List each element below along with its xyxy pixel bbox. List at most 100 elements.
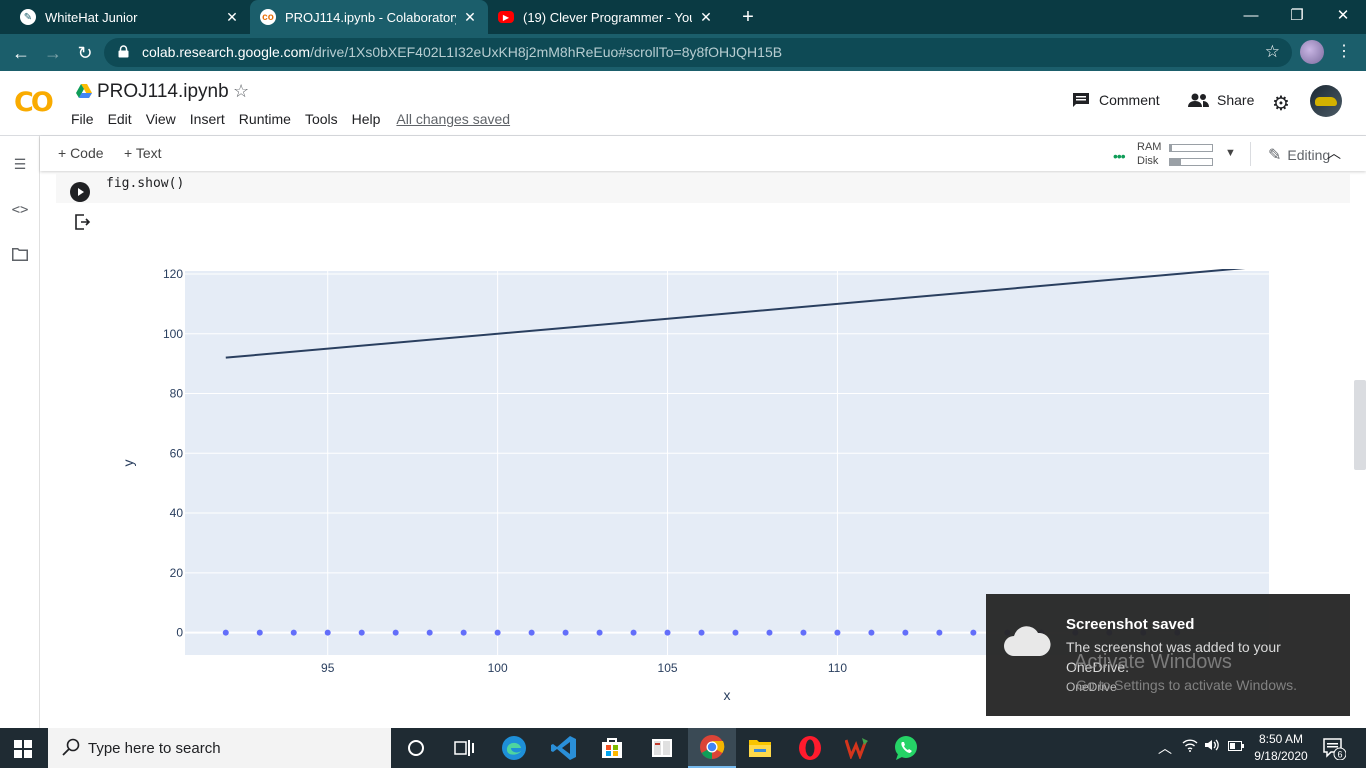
wps-writer-icon[interactable] xyxy=(834,728,882,768)
data-point[interactable] xyxy=(732,629,739,636)
taskbar-clock[interactable]: 8:50 AM 9/18/2020 xyxy=(1246,731,1316,765)
back-icon[interactable]: ← xyxy=(8,40,34,66)
menu-help[interactable]: Help xyxy=(352,111,381,127)
opera-icon[interactable] xyxy=(786,728,834,768)
data-point[interactable] xyxy=(256,629,263,636)
data-point[interactable] xyxy=(528,629,535,636)
activate-windows-watermark: Activate Windows xyxy=(1074,651,1232,673)
data-point[interactable] xyxy=(562,629,569,636)
clear-output-icon[interactable] xyxy=(73,213,91,231)
data-point[interactable] xyxy=(494,629,501,636)
forward-icon[interactable]: → xyxy=(40,40,66,66)
menu-runtime[interactable]: Runtime xyxy=(239,111,291,127)
clock-time: 8:50 AM xyxy=(1258,732,1304,746)
data-point[interactable] xyxy=(834,629,841,636)
table-of-contents-icon[interactable]: ☰ xyxy=(10,156,30,176)
star-icon[interactable]: ☆ xyxy=(233,81,249,102)
add-code-button[interactable]: + Code xyxy=(58,145,104,161)
data-point[interactable] xyxy=(596,629,603,636)
tab-colab[interactable]: co PROJ114.ipynb - Colaboratory ✕ xyxy=(250,0,488,34)
y-tick-label: 120 xyxy=(163,267,183,281)
reader-app-icon[interactable] xyxy=(638,728,686,768)
profile-avatar[interactable] xyxy=(1300,40,1324,64)
comment-button[interactable]: Comment xyxy=(1072,92,1160,108)
code-cell[interactable] xyxy=(56,173,1350,203)
ram-bar-fill xyxy=(1170,145,1172,151)
data-point[interactable] xyxy=(324,629,331,636)
y-tick-label: 60 xyxy=(170,446,184,460)
tab-whitehat[interactable]: ✎ WhiteHat Junior ✕ xyxy=(10,0,250,34)
wifi-icon[interactable] xyxy=(1182,738,1198,755)
menu-bar: File Edit View Insert Runtime Tools Help… xyxy=(71,111,524,127)
save-status-link[interactable]: All changes saved xyxy=(396,111,510,127)
google-drive-icon[interactable] xyxy=(76,84,92,98)
task-view-icon[interactable] xyxy=(440,728,488,768)
close-tab-icon[interactable]: ✕ xyxy=(698,9,714,26)
data-point[interactable] xyxy=(936,629,943,636)
battery-icon[interactable] xyxy=(1228,738,1244,754)
runtime-dropdown-icon[interactable]: ▼ xyxy=(1225,147,1236,159)
notification-count: 6 xyxy=(1337,750,1342,760)
windows-start-icon[interactable] xyxy=(14,740,32,758)
data-point[interactable] xyxy=(902,629,909,636)
url-field[interactable]: colab.research.google.com/drive/1Xs0bXEF… xyxy=(104,38,1292,67)
volume-icon[interactable] xyxy=(1204,738,1220,755)
ram-disk-indicator[interactable]: ••• RAM Disk ▼ xyxy=(1113,140,1243,168)
microsoft-store-icon[interactable] xyxy=(588,728,636,768)
data-point[interactable] xyxy=(664,629,671,636)
close-tab-icon[interactable]: ✕ xyxy=(224,9,240,26)
collapse-header-icon[interactable]: ︿ xyxy=(1326,143,1342,163)
data-point[interactable] xyxy=(800,629,807,636)
cell-code[interactable]: fig.show() xyxy=(106,176,184,191)
minimize-icon[interactable]: — xyxy=(1228,0,1274,34)
tab-youtube[interactable]: ▶ (19) Clever Programmer - YouTub ✕ xyxy=(488,0,724,34)
comment-icon xyxy=(1073,93,1089,107)
close-tab-icon[interactable]: ✕ xyxy=(462,9,478,26)
user-avatar[interactable] xyxy=(1310,85,1342,117)
data-point[interactable] xyxy=(868,629,875,636)
menu-edit[interactable]: Edit xyxy=(108,111,132,127)
chrome-icon[interactable] xyxy=(688,728,736,768)
data-point[interactable] xyxy=(970,629,977,636)
menu-tools[interactable]: Tools xyxy=(305,111,338,127)
menu-insert[interactable]: Insert xyxy=(190,111,225,127)
show-hidden-icons-chevron[interactable]: ︿ xyxy=(1158,738,1172,758)
menu-file[interactable]: File xyxy=(71,111,94,127)
code-snippets-icon[interactable]: <> xyxy=(10,202,30,222)
file-explorer-icon[interactable] xyxy=(736,728,784,768)
data-point[interactable] xyxy=(222,629,229,636)
run-cell-button[interactable] xyxy=(70,182,90,202)
data-point[interactable] xyxy=(630,629,637,636)
data-point[interactable] xyxy=(358,629,365,636)
whatsapp-icon[interactable] xyxy=(882,728,930,768)
data-point[interactable] xyxy=(426,629,433,636)
colab-logo[interactable]: CO xyxy=(14,87,54,118)
restore-icon[interactable]: ❐ xyxy=(1274,0,1320,34)
browser-menu-icon[interactable]: ⋮ xyxy=(1336,42,1352,62)
edge-browser-icon[interactable] xyxy=(490,728,538,768)
data-point[interactable] xyxy=(392,629,399,636)
vscode-icon[interactable] xyxy=(540,728,588,768)
y-tick-label: 80 xyxy=(170,387,184,401)
bookmark-star-icon[interactable]: ☆ xyxy=(1265,42,1280,62)
data-point[interactable] xyxy=(698,629,705,636)
x-axis-label: x xyxy=(724,687,731,703)
new-tab-icon[interactable]: + xyxy=(736,5,760,29)
action-center-icon[interactable]: 6 xyxy=(1322,736,1346,760)
add-text-button[interactable]: + Text xyxy=(124,145,162,161)
notebook-title[interactable]: PROJ114.ipynb xyxy=(97,81,229,103)
taskbar-search-box[interactable]: Type here to search xyxy=(48,728,391,768)
share-button[interactable]: Share xyxy=(1188,92,1254,108)
data-point[interactable] xyxy=(766,629,773,636)
settings-gear-icon[interactable]: ⚙ xyxy=(1272,91,1290,116)
files-folder-icon[interactable] xyxy=(10,248,30,268)
x-tick-label: 100 xyxy=(488,661,508,675)
vertical-scrollbar[interactable] xyxy=(1354,380,1366,470)
menu-view[interactable]: View xyxy=(146,111,176,127)
cortana-icon[interactable] xyxy=(392,728,440,768)
editing-mode-button[interactable]: ✎ Editing xyxy=(1268,145,1330,165)
close-window-icon[interactable]: ✕ xyxy=(1320,0,1366,34)
data-point[interactable] xyxy=(460,629,467,636)
reload-icon[interactable]: ↻ xyxy=(72,40,98,66)
data-point[interactable] xyxy=(290,629,297,636)
